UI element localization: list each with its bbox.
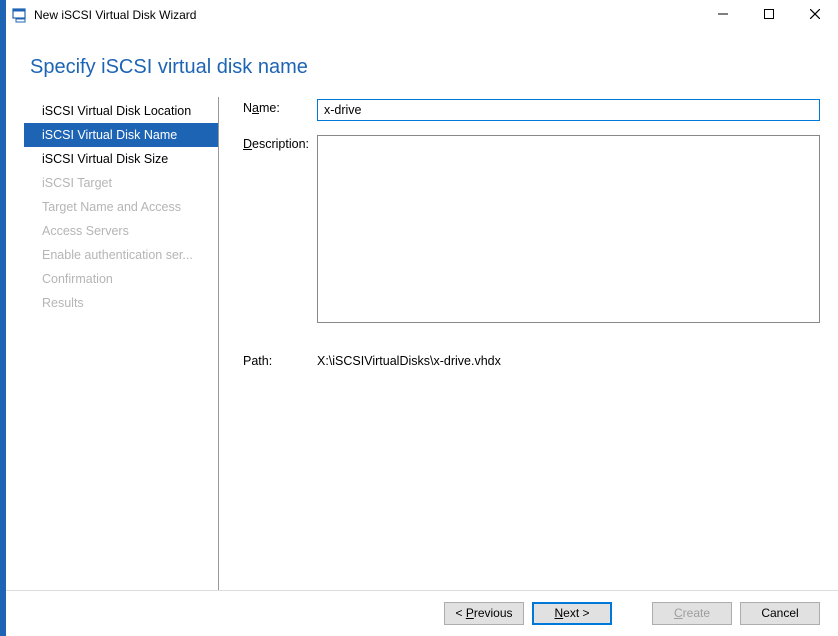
step-size[interactable]: iSCSI Virtual Disk Size: [24, 147, 218, 171]
step-target: iSCSI Target: [24, 171, 218, 195]
close-button[interactable]: [792, 0, 838, 28]
name-row: Name:: [243, 99, 820, 121]
name-label: Name:: [243, 99, 317, 115]
description-label: Description:: [243, 135, 317, 151]
step-location[interactable]: iSCSI Virtual Disk Location: [24, 99, 218, 123]
maximize-button[interactable]: [746, 0, 792, 28]
step-results: Results: [24, 291, 218, 315]
minimize-button[interactable]: [700, 0, 746, 28]
step-confirmation: Confirmation: [24, 267, 218, 291]
footer: < Previous Next > Create Cancel: [6, 590, 838, 636]
step-name[interactable]: iSCSI Virtual Disk Name: [24, 123, 218, 147]
next-button[interactable]: Next >: [532, 602, 612, 625]
step-target-name: Target Name and Access: [24, 195, 218, 219]
titlebar: New iSCSI Virtual Disk Wizard: [6, 0, 838, 30]
wizard-window: New iSCSI Virtual Disk Wizard Specify iS…: [0, 0, 838, 636]
content-area: Specify iSCSI virtual disk name iSCSI Vi…: [6, 30, 838, 590]
app-icon: [12, 7, 28, 23]
page-heading: Specify iSCSI virtual disk name: [6, 30, 838, 97]
cancel-button[interactable]: Cancel: [740, 602, 820, 625]
path-row: Path: X:\iSCSIVirtualDisks\x-drive.vhdx: [243, 352, 820, 368]
path-label: Path:: [243, 352, 317, 368]
path-value: X:\iSCSIVirtualDisks\x-drive.vhdx: [317, 352, 820, 368]
previous-button[interactable]: < Previous: [444, 602, 524, 625]
step-authentication: Enable authentication ser...: [24, 243, 218, 267]
window-controls: [700, 0, 838, 30]
form-area: Name: Description: Path: X:\iSCSIVirtual…: [219, 97, 820, 590]
name-input[interactable]: [317, 99, 820, 121]
create-button: Create: [652, 602, 732, 625]
body-area: iSCSI Virtual Disk Location iSCSI Virtua…: [6, 97, 838, 590]
step-sidebar: iSCSI Virtual Disk Location iSCSI Virtua…: [24, 97, 219, 590]
description-row: Description:: [243, 135, 820, 326]
step-access-servers: Access Servers: [24, 219, 218, 243]
description-input[interactable]: [317, 135, 820, 323]
window-title: New iSCSI Virtual Disk Wizard: [34, 8, 700, 22]
